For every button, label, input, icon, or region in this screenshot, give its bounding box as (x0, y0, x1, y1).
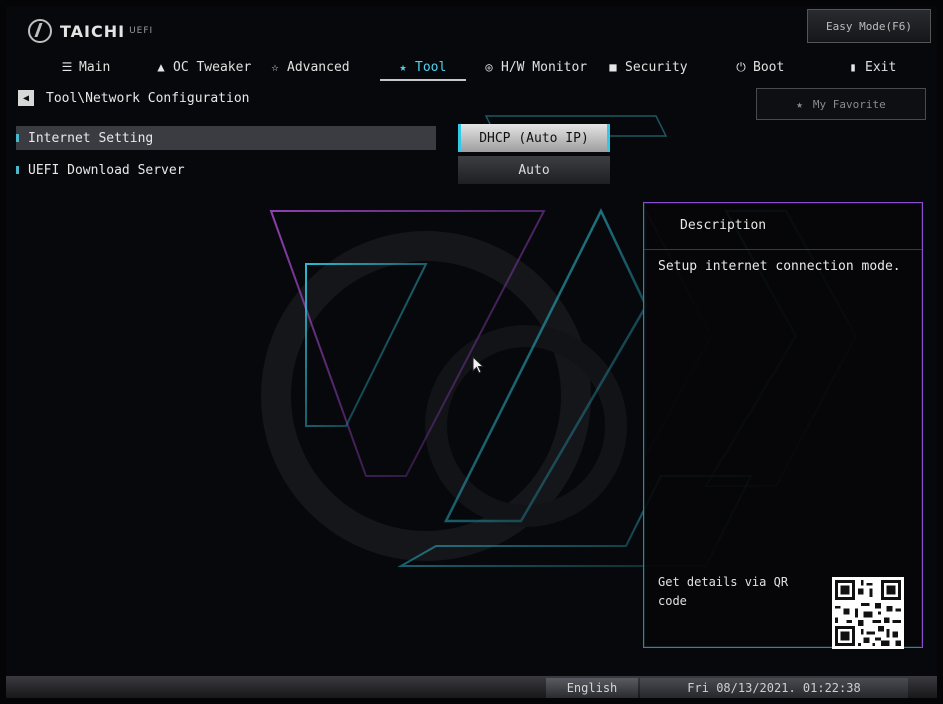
exit-door-icon: ▮ (849, 60, 857, 74)
monitor-icon: ◎ (485, 60, 493, 74)
main-nav: ☰ Main ▲ OC Tweaker ☆ Advanced ★ Tool ◎ … (6, 50, 937, 80)
setting-label: Internet Setting (28, 130, 154, 146)
uefi-download-server-value[interactable]: Auto (458, 156, 610, 184)
taichi-logo: TAICHI UEFI (28, 19, 153, 43)
brand-name: TAICHI (60, 21, 126, 41)
row-bullet (16, 134, 19, 142)
qr-code (832, 577, 904, 649)
tab-label: Main (79, 59, 111, 75)
bios-screen: TAICHI UEFI Easy Mode(F6) ☰ Main ▲ OC Tw… (6, 6, 937, 698)
qr-caption: Get details via QR code (658, 575, 789, 608)
easy-mode-button[interactable]: Easy Mode(F6) (807, 9, 931, 43)
system-datetime: Fri 08/13/2021. 01:22:38 (640, 678, 908, 698)
shield-icon: ■ (609, 60, 617, 74)
list-icon: ☰ (61, 60, 73, 74)
star-icon: ★ (796, 97, 803, 111)
row-bullet (16, 166, 19, 174)
setting-uefi-download-server[interactable]: UEFI Download Server (16, 158, 436, 182)
internet-setting-value[interactable]: DHCP (Auto IP) (458, 124, 610, 152)
tab-security[interactable]: ■ Security (606, 55, 688, 79)
tool-star-icon: ★ (399, 60, 407, 74)
tab-label: Exit (865, 59, 897, 75)
back-arrow-icon[interactable]: ◀ (18, 90, 34, 106)
description-divider (644, 249, 922, 250)
tab-label: Boot (753, 59, 785, 75)
power-icon: ⏻ (736, 59, 746, 74)
tab-advanced[interactable]: ☆ Advanced (268, 55, 350, 79)
brand-sub: UEFI (129, 26, 154, 36)
tab-label: Advanced (287, 59, 350, 75)
taichi-logo-icon (28, 19, 52, 43)
mouse-cursor-icon (472, 356, 485, 374)
flame-icon: ▲ (157, 60, 165, 74)
tab-oc-tweaker[interactable]: ▲ OC Tweaker (154, 55, 251, 79)
tab-boot[interactable]: ⏻ Boot (734, 55, 784, 79)
description-text: Setup internet connection mode. (658, 259, 901, 274)
description-title: Description (680, 218, 767, 233)
tab-label: OC Tweaker (173, 59, 252, 75)
favorite-label: My Favorite (812, 97, 886, 111)
tab-exit[interactable]: ▮ Exit (846, 55, 896, 79)
tab-label: Tool (415, 59, 447, 75)
tab-main[interactable]: ☰ Main (60, 55, 111, 79)
description-panel: Description Setup internet connection mo… (643, 202, 923, 649)
star-outline-icon: ☆ (271, 60, 279, 74)
breadcrumb-text: Tool\Network Configuration (46, 90, 250, 106)
tab-hw-monitor[interactable]: ◎ H/W Monitor (482, 55, 587, 79)
breadcrumb: ◀ Tool\Network Configuration (18, 90, 250, 106)
my-favorite-button[interactable]: ★ My Favorite (756, 88, 926, 120)
tab-label: H/W Monitor (501, 59, 588, 75)
setting-label: UEFI Download Server (28, 162, 185, 178)
setting-internet-setting[interactable]: Internet Setting (16, 126, 436, 150)
tab-label: Security (625, 59, 688, 75)
language-selector[interactable]: English (546, 678, 638, 698)
tab-tool[interactable]: ★ Tool (396, 55, 446, 79)
active-tab-underline (380, 79, 466, 81)
